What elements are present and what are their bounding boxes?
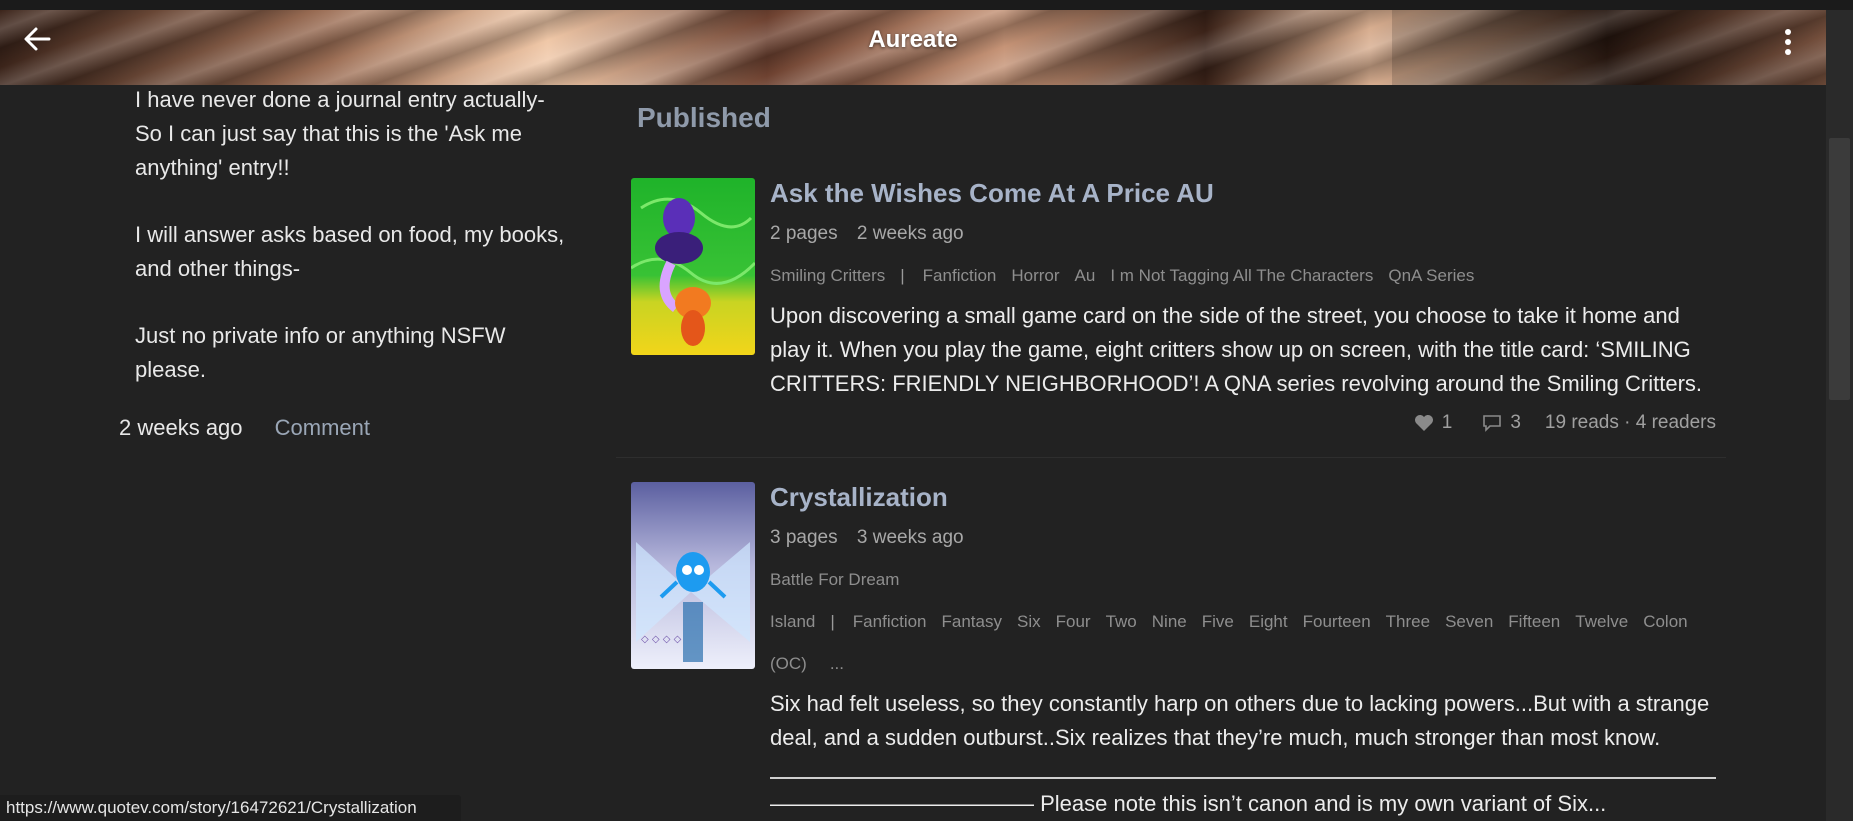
- tag-link[interactable]: Nine: [1152, 612, 1187, 631]
- like-count: 1: [1441, 412, 1453, 433]
- section-title-published: Published: [637, 102, 771, 133]
- journal-paragraph: I have never done a journal entry actual…: [135, 87, 545, 180]
- tag-list: Smiling Critters | Fanfiction Horror Au I m N…: [770, 255, 1716, 297]
- tag-link[interactable]: Horror: [1011, 266, 1059, 285]
- read-stats: 19 reads · 4 readers: [1544, 412, 1716, 433]
- journal-entry: I have never done a journal entry actual…: [135, 83, 575, 420]
- page-count: 3 pages: [770, 527, 838, 548]
- tag-link[interactable]: Fantasy: [942, 612, 1002, 631]
- story-timestamp: 3 weeks ago: [856, 527, 964, 548]
- tag-link[interactable]: Five: [1202, 612, 1234, 631]
- story-description: Upon discovering a small game card on th…: [770, 303, 1703, 396]
- story-meta: 2 pages 2 weeks ago: [770, 223, 1716, 245]
- svg-text:◇ ◇ ◇ ◇: ◇ ◇ ◇ ◇: [641, 634, 682, 645]
- page-count: 2 pages: [770, 223, 838, 244]
- more-tags-link[interactable]: ...: [830, 654, 844, 673]
- tag-link[interactable]: Fanfiction: [923, 266, 997, 285]
- note-separator: [770, 777, 1716, 779]
- scrollbar-track[interactable]: [1826, 10, 1853, 821]
- tag-link[interactable]: Six: [1017, 612, 1041, 631]
- journal-meta: 2 weeks ago Comment: [119, 415, 370, 441]
- tag-link[interactable]: Eight: [1249, 612, 1288, 631]
- tag-list: Battle For Dream Island | Fanfiction Fantas…: [770, 559, 1716, 685]
- story-timestamp: 2 weeks ago: [856, 223, 964, 244]
- tag-link[interactable]: Two: [1106, 612, 1137, 631]
- tag-link[interactable]: I m Not Tagging All The Characters: [1110, 266, 1373, 285]
- story-info: Crystallization 3 pages 3 weeks ago Batt…: [770, 482, 1716, 821]
- comment-link[interactable]: Comment: [275, 415, 370, 440]
- story-description: Six had felt useless, so they constantly…: [770, 691, 1710, 750]
- tag-link[interactable]: Smiling Critters: [770, 266, 885, 285]
- story-meta: 3 pages 3 weeks ago: [770, 527, 1716, 549]
- cover-illustration: [631, 178, 755, 355]
- tag-link[interactable]: QnA Series: [1388, 266, 1474, 285]
- tag-link[interactable]: Au: [1075, 266, 1096, 285]
- story-cover-image[interactable]: ◇ ◇ ◇ ◇: [631, 482, 755, 669]
- journal-paragraph: I will answer asks based on food, my boo…: [135, 222, 565, 281]
- heart-icon[interactable]: [1414, 414, 1434, 432]
- tag-link[interactable]: Seven: [1445, 612, 1493, 631]
- story-note: ———————————— Please note this isn’t cano…: [770, 791, 1607, 816]
- tag-link[interactable]: Fanfiction: [853, 612, 927, 631]
- comment-count: 3: [1510, 412, 1521, 433]
- tag-link[interactable]: Three: [1386, 612, 1430, 631]
- cover-illustration: ◇ ◇ ◇ ◇: [631, 482, 755, 669]
- tag-link[interactable]: Fourteen: [1303, 612, 1371, 631]
- tag-link[interactable]: Four: [1056, 612, 1091, 631]
- tag-divider: |: [830, 612, 835, 631]
- story-cover-image[interactable]: [631, 178, 755, 355]
- story-title-link[interactable]: Crystallization: [770, 482, 1716, 513]
- tag-divider: |: [900, 266, 905, 285]
- tag-link[interactable]: Fifteen: [1508, 612, 1560, 631]
- more-options-button[interactable]: [1772, 26, 1804, 58]
- link-status-bar: https://www.quotev.com/story/16472621/Cr…: [0, 795, 461, 821]
- story-title-link[interactable]: Ask the Wishes Come At A Price AU: [770, 178, 1716, 209]
- more-vertical-icon: [1785, 29, 1791, 35]
- comment-icon[interactable]: [1482, 414, 1502, 432]
- scrollbar-thumb[interactable]: [1829, 138, 1850, 400]
- story-divider: [616, 457, 1726, 458]
- tag-link[interactable]: Twelve: [1575, 612, 1628, 631]
- page-title: Aureate: [868, 26, 958, 53]
- story-stats: 1 3 19 reads · 4 readers: [1414, 412, 1716, 434]
- journal-timestamp: 2 weeks ago: [119, 415, 243, 440]
- journal-paragraph: Just no private info or anything NSFW pl…: [135, 323, 506, 382]
- window-top-strip: [0, 0, 1853, 10]
- story-info: Ask the Wishes Come At A Price AU 2 page…: [770, 178, 1716, 433]
